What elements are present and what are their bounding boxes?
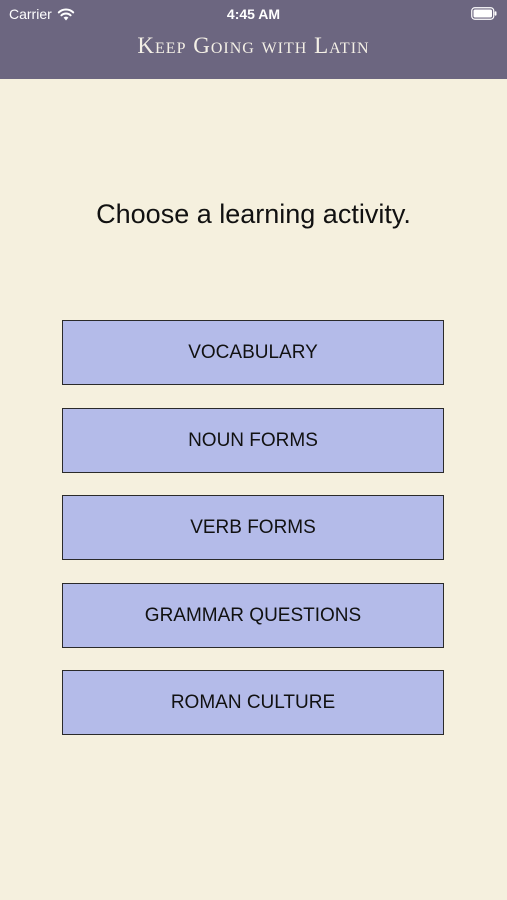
roman-culture-button[interactable]: ROMAN CULTURE	[62, 670, 444, 735]
battery-icon	[471, 7, 497, 20]
app-title: Keep Going with Latin	[137, 33, 370, 58]
grammar-questions-button[interactable]: GRAMMAR QUESTIONS	[62, 583, 444, 648]
activity-prompt: Choose a learning activity.	[96, 199, 411, 229]
status-bar: Carrier 4:45 AM	[0, 0, 507, 28]
status-time: 4:45 AM	[226, 6, 281, 22]
noun-forms-button[interactable]: NOUN FORMS	[62, 408, 444, 473]
verb-forms-button[interactable]: VERB FORMS	[62, 495, 444, 560]
top-bar: Carrier 4:45 AM Keep Going with Latin	[0, 0, 507, 79]
vocabulary-button[interactable]: VOCABULARY	[62, 320, 444, 385]
